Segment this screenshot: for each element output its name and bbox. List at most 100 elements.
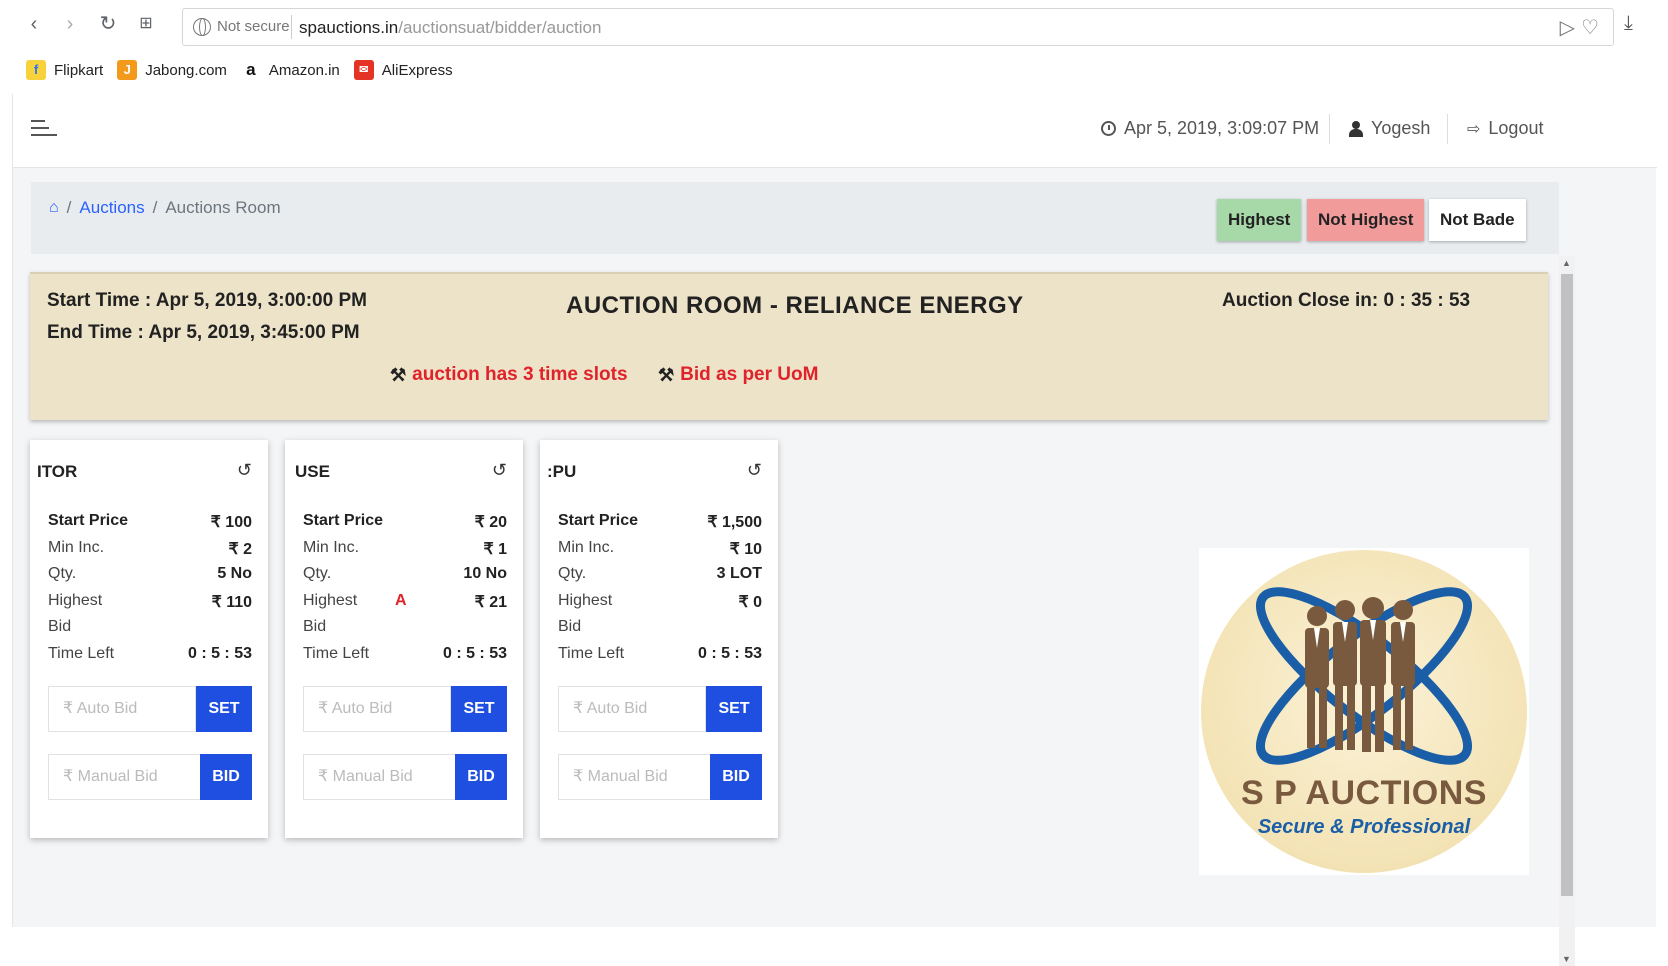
highest-value: ₹ 21 (474, 594, 507, 611)
place-bid-button[interactable]: BID (710, 754, 762, 800)
highest-value: ₹ 0 (738, 594, 762, 611)
current-datetime: Apr 5, 2019, 3:09:07 PM (1101, 118, 1319, 139)
scroll-down-icon[interactable]: ▼ (1562, 954, 1571, 964)
min-inc-row: Min Inc. ₹ 10 (558, 539, 762, 559)
label: Time Left (558, 645, 625, 662)
label: Bid (303, 618, 327, 635)
set-auto-bid-button[interactable]: SET (706, 686, 762, 732)
label: Start Price (558, 512, 639, 529)
bookmark-amazon[interactable]: a Amazon.in (240, 60, 340, 80)
bookmark-label: Amazon.in (268, 61, 340, 79)
breadcrumb-current: Auctions Room (165, 198, 281, 217)
label: Time Left (303, 645, 370, 662)
label: Min Inc. (303, 539, 360, 556)
label: Highest (303, 592, 358, 609)
bookmark-jabong[interactable]: J Jabong.com (117, 60, 227, 80)
page-scrollbar[interactable]: ▲ ▼ (1559, 256, 1575, 966)
logo-tagline: Secure & Professional (1257, 816, 1471, 838)
min-inc-value: ₹ 10 (729, 541, 762, 558)
breadcrumb-auctions[interactable]: Auctions (79, 198, 144, 218)
set-auto-bid-button[interactable]: SET (196, 686, 252, 732)
bid-label-row: Bid (48, 618, 252, 636)
url-text[interactable]: spauctions.in/auctionsuat/bidder/auction (299, 18, 601, 38)
refresh-icon[interactable]: ↺ (237, 460, 252, 481)
bid-label-row: Bid (558, 618, 762, 636)
auto-bid-input[interactable]: ₹ Auto Bid (558, 686, 706, 732)
datetime-text: Apr 5, 2019, 3:09:07 PM (1124, 118, 1320, 138)
manual-bid-input[interactable]: ₹ Manual Bid (48, 754, 202, 800)
auto-bid-input[interactable]: ₹ Auto Bid (303, 686, 451, 732)
sp-auctions-logo: S P AUCTIONS Secure & Professional (1199, 548, 1529, 875)
auto-bid-input[interactable]: ₹ Auto Bid (48, 686, 196, 732)
lot-card: USE ↺ Start Price ₹ 20 Min Inc. ₹ 1 Qty. 10… (285, 440, 523, 838)
start-price-value: ₹ 20 (474, 514, 507, 531)
breadcrumb-panel: ⌂ / Auctions / Auctions Room Highest Not… (31, 182, 1559, 254)
bookmark-label: AliExpress (381, 61, 453, 79)
user-menu[interactable]: Yogesh (1349, 118, 1430, 139)
refresh-icon[interactable]: ↺ (747, 460, 762, 481)
label: Qty. (303, 565, 332, 582)
browser-chrome: ‹ › ↻ ⊞ Not secure spauctions.in/auction… (0, 0, 1668, 94)
amazon-icon: a (240, 60, 261, 80)
scroll-up-icon[interactable]: ▲ (1562, 258, 1571, 268)
place-bid-button[interactable]: BID (455, 754, 507, 800)
address-divider (291, 15, 292, 39)
address-bar[interactable]: Not secure spauctions.in/auctionsuat/bid… (182, 8, 1614, 46)
label: Bid (558, 618, 582, 635)
download-icon[interactable]: ⤓ (1624, 12, 1633, 35)
heart-icon[interactable]: ♡ (1581, 17, 1605, 39)
highest-value: ₹ 110 (211, 594, 252, 611)
app-topbar: Apr 5, 2019, 3:09:07 PM Yogesh ⇨ Logout (13, 94, 1657, 168)
label: Highest (48, 592, 103, 609)
menu-toggle-icon[interactable] (31, 120, 57, 138)
bid-label-row: Bid (303, 618, 507, 636)
refresh-icon[interactable]: ↺ (492, 460, 507, 481)
logout-label: Logout (1488, 118, 1544, 138)
start-price-row: Start Price ₹ 100 (48, 512, 252, 532)
divider (1447, 114, 1448, 144)
auction-title: AUCTION ROOM - RELIANCE ENERGY (566, 292, 1024, 319)
apps-grid-icon[interactable]: ⊞ (134, 12, 158, 36)
min-inc-value: ₹ 2 (228, 541, 252, 558)
qty-row: Qty. 5 No (48, 565, 252, 583)
breadcrumb-separator: / (152, 198, 158, 217)
place-bid-button[interactable]: BID (200, 754, 252, 800)
manual-bid-input[interactable]: ₹ Manual Bid (303, 754, 457, 800)
lot-name: ITOR (37, 462, 78, 481)
bookmark-flipkart[interactable]: f Flipkart (26, 60, 103, 80)
auction-close-countdown: Auction Close in: 0 : 35 : 53 (1222, 290, 1471, 311)
scrollbar-thumb[interactable] (1561, 274, 1573, 896)
start-price-value: ₹ 100 (210, 514, 252, 531)
min-inc-value: ₹ 1 (483, 541, 507, 558)
label: Qty. (558, 565, 587, 582)
time-left-value: 0 : 5 : 53 (442, 645, 507, 662)
logo-emblem-icon (1255, 587, 1473, 765)
highest-bid-row: Highest ₹ 110 (48, 592, 252, 612)
reload-icon[interactable]: ↻ (96, 12, 120, 36)
user-icon (1349, 120, 1363, 137)
notice-uom: ⚒ Bid as per UoM (658, 364, 818, 386)
url-path: /auctionsuat/bidder/auction (398, 18, 602, 37)
manual-bid-input[interactable]: ₹ Manual Bid (558, 754, 712, 800)
send-icon[interactable]: ▷ (1560, 17, 1581, 39)
set-auto-bid-button[interactable]: SET (451, 686, 507, 732)
notice-text: Bid as per UoM (680, 364, 819, 385)
qty-row: Qty. 10 No (303, 565, 507, 583)
legend-not-bade: Not Bade (1429, 199, 1526, 241)
flipkart-icon: f (26, 60, 46, 80)
time-left-row: Time Left 0 : 5 : 53 (303, 645, 507, 663)
time-left-value: 0 : 5 : 53 (187, 645, 252, 662)
min-inc-row: Min Inc. ₹ 2 (48, 539, 252, 559)
logout-link[interactable]: ⇨ Logout (1467, 118, 1543, 139)
back-icon[interactable]: ‹ (22, 12, 46, 36)
time-left-row: Time Left 0 : 5 : 53 (558, 645, 762, 663)
home-icon[interactable]: ⌂ (49, 199, 59, 217)
bookmark-aliexpress[interactable]: ✉ AliExpress (353, 60, 453, 80)
forward-icon[interactable]: › (58, 12, 82, 36)
not-secure-label: Not secure (217, 18, 290, 35)
gavel-icon: ⚒ (390, 364, 407, 385)
user-name: Yogesh (1371, 118, 1431, 138)
breadcrumb-separator: / (66, 198, 72, 217)
jabong-icon: J (117, 60, 138, 80)
label: Qty. (48, 565, 77, 582)
